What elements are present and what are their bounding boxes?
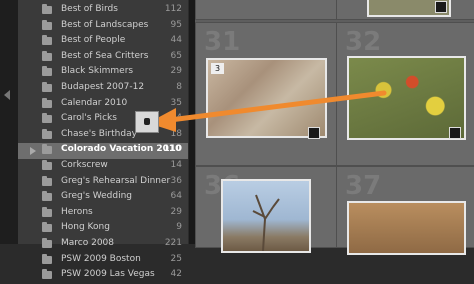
collection-name: PSW 2009 Boston	[61, 253, 141, 264]
collection-folder-icon	[42, 253, 52, 264]
drag-ghost	[135, 111, 159, 133]
collection-item[interactable]: PSW 2009 Boston 25	[18, 253, 188, 269]
collection-count: 25	[170, 253, 182, 264]
cursor-icon	[144, 118, 150, 125]
collection-folder-icon	[42, 269, 52, 280]
collection-name: PSW 2009 Las Vegas	[61, 269, 155, 280]
drag-arrow	[148, 90, 387, 132]
collection-item[interactable]: PSW 2009 Las Vegas 42	[18, 268, 188, 284]
collection-count: 42	[170, 269, 182, 280]
